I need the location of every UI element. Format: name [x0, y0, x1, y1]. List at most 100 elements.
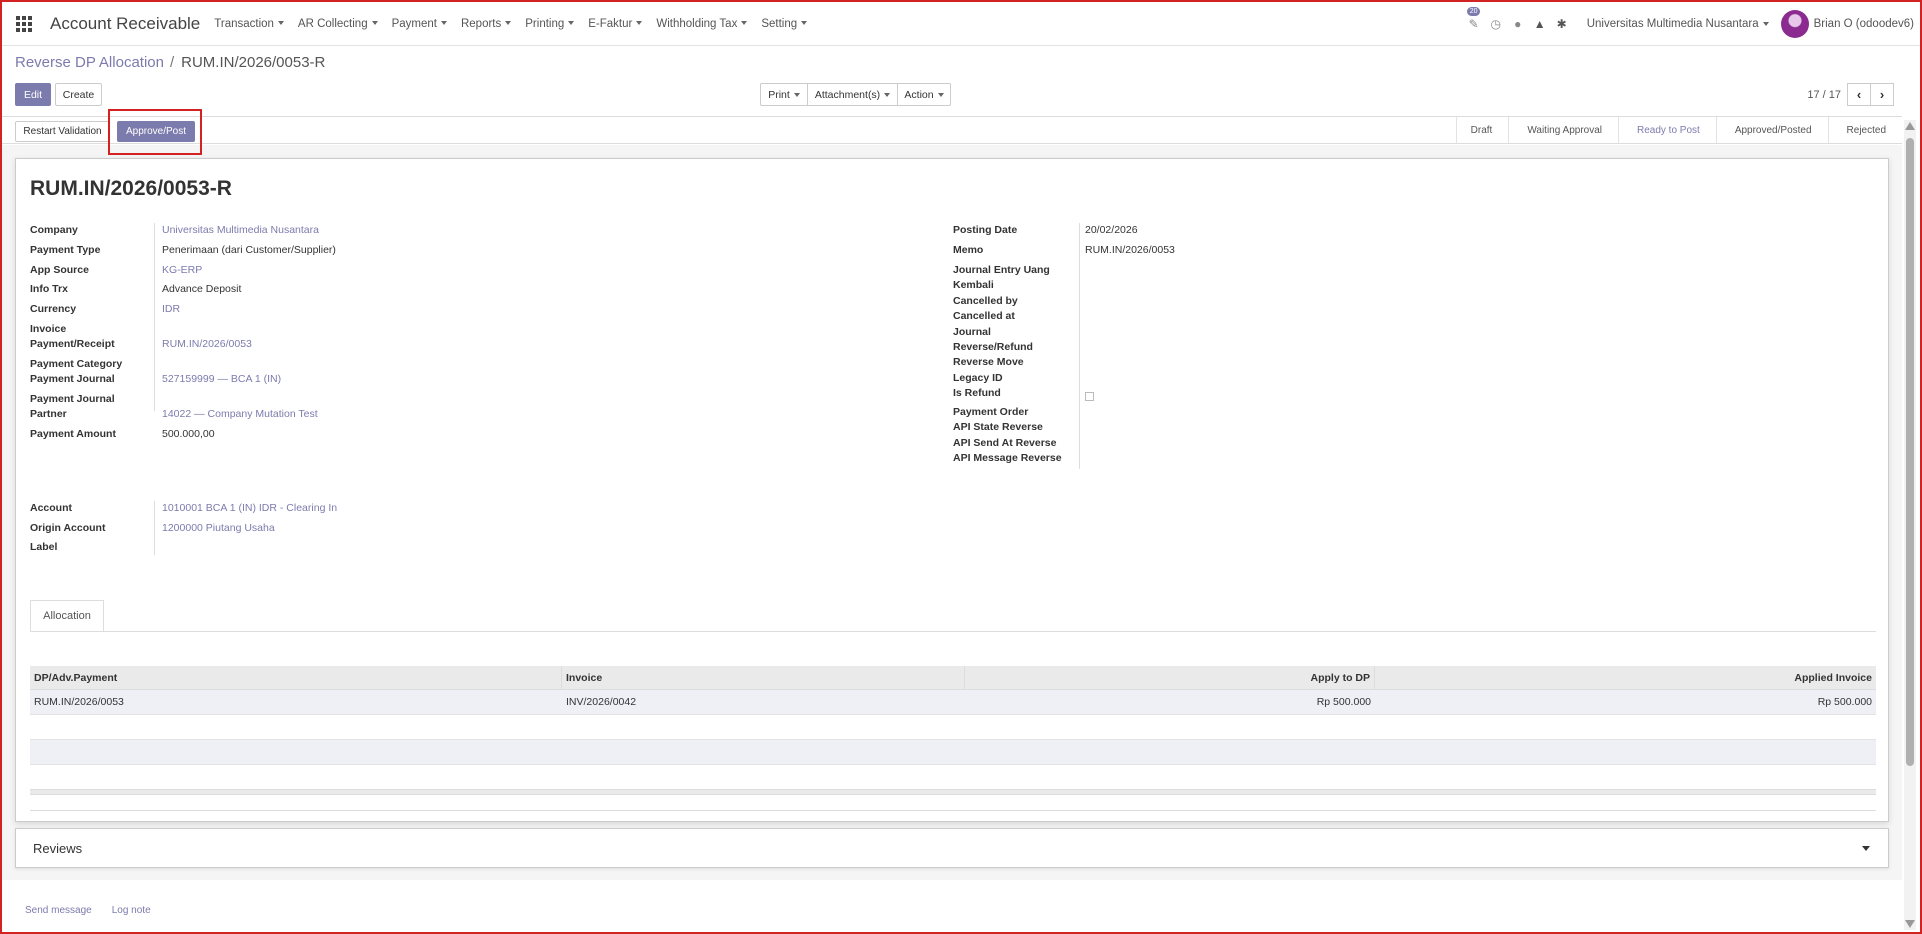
caret-down-icon — [884, 92, 891, 97]
caret-down-icon — [793, 92, 800, 97]
payment-journal-partner-value[interactable]: 14022 — Company Mutation Test — [162, 407, 318, 422]
scroll-up-icon[interactable] — [1905, 122, 1915, 130]
chat-icon[interactable]: ● — [1507, 2, 1529, 46]
payment-type-label: Payment Type — [30, 244, 101, 256]
cell-apply-to-dp: Rp 500.000 — [1316, 696, 1371, 708]
menu-withholding-tax-label: Withholding Tax — [656, 17, 738, 30]
company-value[interactable]: Universitas Multimedia Nusantara — [162, 223, 319, 238]
action-button-group: Print Attachment(s) Action — [760, 83, 951, 106]
menu-payment-label: Payment — [391, 17, 437, 30]
journal-reverse-label-1: Journal — [953, 326, 991, 338]
menu-printing-label: Printing — [525, 17, 565, 30]
table-header: DP/Adv.Payment Invoice Apply to DP Appli… — [30, 666, 1876, 690]
breadcrumb: Reverse DP Allocation / RUM.IN/2026/0053… — [15, 54, 325, 71]
attachments-dropdown[interactable]: Attachment(s) — [807, 83, 898, 106]
clock-icon[interactable]: ◷ — [1485, 2, 1507, 46]
scrollbar[interactable] — [1904, 120, 1916, 930]
print-dropdown[interactable]: Print — [760, 83, 808, 106]
user-menu[interactable]: Brian O (odoodev6) — [1814, 18, 1914, 30]
api-send-at-reverse-label: API Send At Reverse — [953, 437, 1057, 449]
approve-highlight-box — [108, 109, 202, 155]
status-stages: Draft Waiting Approval Ready to Post App… — [1455, 117, 1902, 143]
reverse-move-label: Reverse Move — [953, 356, 1024, 368]
action-dropdown[interactable]: Action — [897, 83, 951, 106]
column-apply-to-dp[interactable]: Apply to DP — [965, 666, 1375, 689]
print-label: Print — [768, 88, 790, 101]
bug-icon[interactable]: ✱ — [1551, 2, 1573, 46]
attachments-label: Attachment(s) — [814, 88, 881, 101]
cancelled-at-label: Cancelled at — [953, 310, 1015, 322]
breadcrumb-current: RUM.IN/2026/0053-R — [181, 54, 326, 71]
menu-efaktur[interactable]: E-Faktur — [588, 17, 643, 30]
table-row[interactable]: RUM.IN/2026/0053 INV/2026/0042 Rp 500.00… — [30, 690, 1876, 715]
invoice-payment-label-2: Payment/Receipt — [30, 338, 115, 350]
payment-journal-value[interactable]: 527159999 — BCA 1 (IN) — [162, 372, 281, 387]
breadcrumb-separator: / — [169, 54, 175, 71]
payment-journal-partner-label-2: Partner — [30, 408, 67, 420]
cell-invoice: INV/2026/0042 — [566, 696, 637, 708]
column-invoice[interactable]: Invoice — [562, 666, 965, 689]
send-message-button[interactable]: Send message — [25, 905, 92, 916]
menu-efaktur-label: E-Faktur — [588, 17, 633, 30]
currency-value[interactable]: IDR — [162, 302, 180, 317]
stage-draft[interactable]: Draft — [1455, 117, 1509, 143]
menu-transaction[interactable]: Transaction — [214, 18, 284, 30]
stage-ready-to-post[interactable]: Ready to Post — [1618, 117, 1716, 143]
caret-down-icon — [1762, 21, 1769, 26]
app-source-label: App Source — [30, 264, 89, 276]
menu-reports[interactable]: Reports — [460, 17, 512, 30]
apps-menu-icon[interactable] — [2, 2, 46, 46]
edit-button[interactable]: Edit — [15, 83, 51, 106]
account-value[interactable]: 1010001 BCA 1 (IN) IDR - Clearing In — [162, 501, 337, 516]
caret-down-icon — [568, 21, 575, 26]
je-uang-kembali-label-1: Journal Entry Uang — [953, 264, 1050, 276]
posting-date-value: 20/02/2026 — [1085, 224, 1138, 236]
cell-dp-adv-payment: RUM.IN/2026/0053 — [34, 696, 124, 708]
column-dp-adv-payment[interactable]: DP/Adv.Payment — [30, 666, 562, 689]
app-source-value[interactable]: KG-ERP — [162, 263, 202, 278]
currency-label: Currency — [30, 303, 77, 315]
menu-payment[interactable]: Payment — [392, 18, 447, 30]
menu-ar-collecting[interactable]: AR Collecting — [298, 18, 378, 30]
bell-icon[interactable]: ▲ — [1529, 2, 1551, 46]
origin-account-value[interactable]: 1200000 Piutang Usaha — [162, 521, 275, 536]
stage-rejected[interactable]: Rejected — [1827, 117, 1902, 143]
pager-value[interactable]: 17 / 17 — [1807, 89, 1841, 101]
menu-printing[interactable]: Printing — [525, 17, 575, 30]
scroll-down-icon[interactable] — [1905, 920, 1915, 928]
company-switcher-label: Universitas Multimedia Nusantara — [1586, 18, 1759, 30]
tab-allocation[interactable]: Allocation — [30, 600, 104, 632]
user-avatar[interactable] — [1780, 10, 1809, 38]
cancelled-by-label: Cancelled by — [953, 295, 1018, 307]
table-footer — [30, 789, 1876, 795]
breadcrumb-parent[interactable]: Reverse DP Allocation — [15, 54, 164, 71]
payment-category-label: Payment Category — [30, 358, 123, 370]
stage-waiting-approval[interactable]: Waiting Approval — [1508, 117, 1618, 143]
stage-approved-posted[interactable]: Approved/Posted — [1715, 117, 1828, 143]
create-button[interactable]: Create — [55, 83, 102, 106]
pager-next-icon[interactable]: › — [1870, 83, 1894, 106]
invoice-payment-value[interactable]: RUM.IN/2026/0053 — [162, 337, 252, 352]
is-refund-checkbox[interactable] — [1085, 392, 1094, 401]
payment-amount-label: Payment Amount — [30, 428, 116, 440]
payment-journal-label: Payment Journal — [30, 373, 115, 385]
chevron-down-icon[interactable] — [1862, 846, 1870, 851]
payment-type-value: Penerimaan (dari Customer/Supplier) — [162, 244, 336, 256]
invoice-payment-label-1: Invoice — [30, 323, 67, 335]
menu-withholding-tax[interactable]: Withholding Tax — [656, 17, 748, 30]
restart-validation-button[interactable]: Restart Validation — [15, 121, 110, 142]
company-switcher[interactable]: Universitas Multimedia Nusantara — [1587, 18, 1769, 30]
menu-setting[interactable]: Setting — [761, 18, 808, 30]
app-title: Account Receivable — [50, 13, 201, 33]
caret-down-icon — [636, 21, 643, 26]
right-group-divider — [1079, 223, 1080, 469]
pager-previous-icon[interactable]: ‹ — [1847, 83, 1871, 106]
menu-reports-label: Reports — [460, 17, 502, 30]
reviews-section[interactable]: Reviews — [15, 828, 1889, 868]
caret-down-icon — [937, 92, 944, 97]
company-label: Company — [30, 224, 78, 236]
activity-edit-icon[interactable]: ✎ 20 — [1463, 2, 1485, 46]
column-applied-invoice[interactable]: Applied Invoice — [1375, 666, 1876, 689]
scroll-thumb[interactable] — [1906, 138, 1914, 766]
log-note-button[interactable]: Log note — [112, 905, 151, 916]
